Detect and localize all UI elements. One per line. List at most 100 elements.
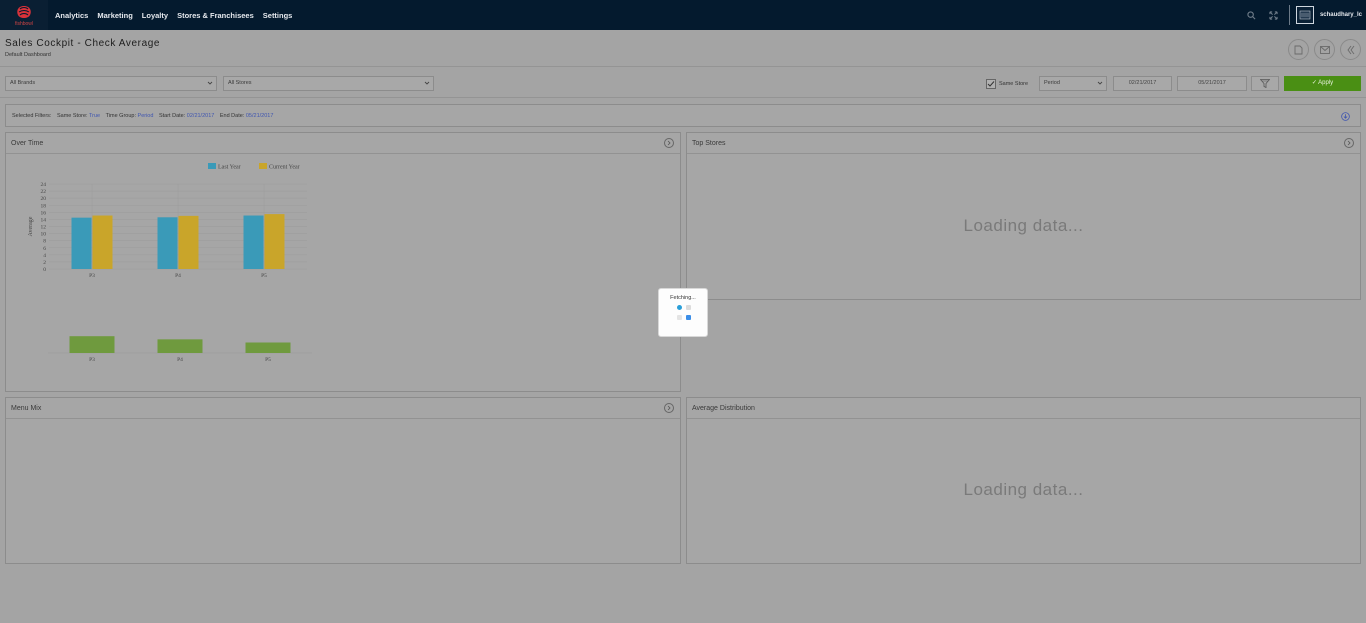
- avatar[interactable]: [1295, 6, 1314, 24]
- download-icon[interactable]: [1341, 112, 1350, 121]
- panel-title: Menu Mix: [11, 405, 42, 412]
- spinner-dot: [686, 315, 691, 320]
- end-date-value: 05/21/2017: [245, 113, 274, 119]
- nav-divider: [1288, 5, 1290, 25]
- checkmark-icon: [987, 81, 995, 87]
- loading-text: Loading data...: [963, 216, 1084, 235]
- x-tick-label: P3: [89, 273, 95, 279]
- panel-title: Over Time: [11, 140, 44, 147]
- nav-loyalty[interactable]: Loyalty: [142, 11, 168, 20]
- over-time-panel: Over Time Last Year Current Year 0 2 4 6 8 10 1…: [5, 132, 681, 392]
- top-stores-panel: Top Stores Loading data...: [686, 132, 1361, 300]
- title-actions: [1288, 39, 1361, 60]
- y-tick-label: 22: [41, 189, 47, 195]
- divider: [0, 66, 1366, 67]
- y-tick-label: 8: [43, 239, 46, 245]
- nav-marketing[interactable]: Marketing: [97, 11, 132, 20]
- start-date-input[interactable]: 02/21/2017: [1113, 76, 1172, 91]
- stores-select-value: All Stores: [228, 80, 252, 86]
- panel-header: Menu Mix: [6, 398, 680, 419]
- funnel-icon: [1260, 79, 1270, 88]
- same-store-toggle[interactable]: Same Store: [986, 79, 1028, 89]
- y-tick-label: 2: [43, 260, 46, 266]
- y-tick-label: 0: [43, 267, 46, 273]
- logo-text: fishbowl: [14, 21, 34, 27]
- info-icon[interactable]: [664, 138, 674, 148]
- bar-last-year[interactable]: [157, 217, 178, 269]
- panel-header: Top Stores: [687, 133, 1360, 154]
- nav-analytics[interactable]: Analytics: [55, 11, 88, 20]
- collapse-button[interactable]: [1340, 39, 1361, 60]
- nav-right: schaudhary_lc: [1245, 0, 1366, 30]
- same-store-checkbox[interactable]: [986, 79, 996, 89]
- selected-filters-bar: Selected Filters: Same Store: True Time …: [5, 104, 1361, 127]
- legend-swatch: [259, 163, 267, 169]
- y-tick-label: 10: [41, 232, 47, 238]
- y-axis-label: Average: [28, 216, 34, 236]
- difference-bar[interactable]: [69, 336, 115, 353]
- page-subtitle: Default Dashboard: [5, 52, 51, 58]
- difference-bar[interactable]: [245, 342, 291, 354]
- chevron-down-icon: [1097, 81, 1103, 85]
- bar-last-year[interactable]: [71, 217, 92, 269]
- y-tick-label: 12: [41, 225, 47, 231]
- export-button[interactable]: [1288, 39, 1309, 60]
- user-avatar-icon: [1299, 10, 1311, 20]
- x-tick-label: P4: [177, 357, 183, 363]
- document-icon: [1294, 45, 1303, 54]
- average-distribution-panel: Average Distribution Loading data...: [686, 397, 1361, 564]
- bar-current-year[interactable]: [264, 214, 285, 269]
- double-chevron-left-icon: [1346, 45, 1354, 54]
- info-icon[interactable]: [1344, 138, 1354, 148]
- bar-current-year[interactable]: [92, 215, 113, 269]
- username[interactable]: schaudhary_lc: [1320, 12, 1362, 18]
- bar-last-year[interactable]: [243, 215, 264, 269]
- difference-bar[interactable]: [157, 339, 203, 353]
- apply-button[interactable]: ✓ Apply: [1284, 76, 1361, 91]
- y-tick-label: 4: [43, 253, 46, 259]
- bar-current-year[interactable]: [178, 215, 199, 269]
- top-nav: fishbowl Analytics Marketing Loyalty Sto…: [0, 0, 1366, 30]
- mail-icon: [1319, 45, 1330, 54]
- panel-header: Over Time: [6, 133, 680, 154]
- end-date-input[interactable]: 05/21/2017: [1177, 76, 1247, 91]
- y-tick-label: 24: [41, 182, 47, 188]
- same-store-label: Same Store: [999, 81, 1029, 87]
- x-tick-label: P4: [175, 273, 181, 279]
- same-store-value: True: [88, 113, 101, 119]
- fishbowl-logo[interactable]: fishbowl: [0, 0, 48, 30]
- time-group-key: Time Group:: [105, 113, 136, 119]
- start-date-key: Start Date:: [158, 113, 186, 119]
- page-title: Sales Cockpit - Check Average: [5, 38, 161, 49]
- search-icon[interactable]: [1245, 8, 1259, 22]
- y-tick-label: 14: [41, 217, 47, 223]
- brand-select-value: All Brands: [10, 80, 36, 86]
- spinner-dot: [686, 305, 691, 310]
- y-tick-label: 6: [43, 246, 46, 252]
- selected-filters-label: Selected Filters:: [12, 113, 52, 119]
- check-average-chart: Last Year Current Year 024681012141618202…: [28, 163, 312, 363]
- loading-text: Loading data...: [963, 480, 1084, 499]
- menu-mix-panel: Menu Mix: [5, 397, 681, 564]
- fishbowl-logo-icon: [17, 6, 31, 18]
- chevron-down-icon: [424, 81, 430, 85]
- panel-title: Average Distribution: [692, 405, 755, 412]
- y-tick-label: 16: [41, 210, 47, 216]
- legend-label[interactable]: Last Year: [218, 165, 241, 171]
- nav-stores-franchisees[interactable]: Stores & Franchisees: [177, 11, 254, 20]
- fullscreen-icon[interactable]: [1267, 8, 1281, 22]
- advanced-filter-button[interactable]: [1251, 76, 1279, 91]
- time-group-value: Period: [137, 113, 154, 119]
- time-group-select[interactable]: Period: [1039, 76, 1107, 91]
- chevron-down-icon: [207, 81, 213, 85]
- legend-swatch: [208, 163, 216, 169]
- panel-header: Average Distribution: [687, 398, 1360, 419]
- legend-label[interactable]: Current Year: [269, 165, 300, 171]
- spinner-dot: [677, 315, 682, 320]
- brand-select[interactable]: All Brands: [5, 76, 217, 91]
- nav-settings[interactable]: Settings: [263, 11, 293, 20]
- spinner-dot: [677, 305, 682, 310]
- email-button[interactable]: [1314, 39, 1335, 60]
- info-icon[interactable]: [664, 403, 674, 413]
- stores-select[interactable]: All Stores: [223, 76, 434, 91]
